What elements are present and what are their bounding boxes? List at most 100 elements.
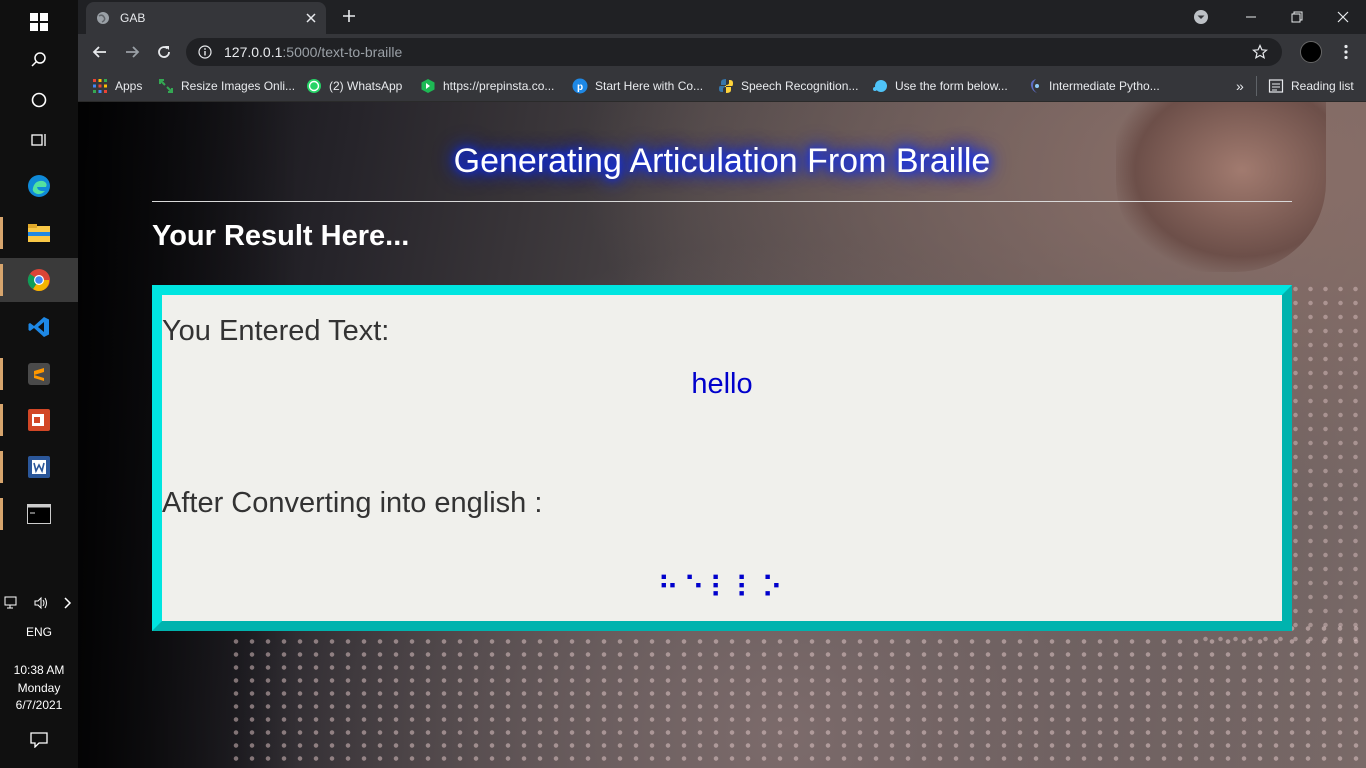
- powerpoint-icon: [28, 409, 50, 431]
- reading-list-label: Reading list: [1291, 79, 1354, 93]
- title-divider: [152, 201, 1292, 202]
- bookmark-label: Use the form below...: [895, 79, 1008, 93]
- prepinsta-icon: [421, 79, 435, 93]
- language-indicator[interactable]: ENG: [0, 625, 78, 639]
- entered-text-label: You Entered Text:: [162, 315, 390, 347]
- converted-label: After Converting into english :: [162, 487, 543, 519]
- network-icon[interactable]: [4, 596, 20, 610]
- chevron-down-circle-icon: [1194, 10, 1208, 24]
- taskbar-chrome[interactable]: [0, 258, 78, 302]
- p-badge-icon: p: [572, 78, 588, 94]
- info-icon[interactable]: [198, 45, 212, 59]
- taskbar-terminal[interactable]: [0, 492, 78, 536]
- bookmark-label: https://prepinsta.co...: [443, 79, 555, 93]
- tab-search-button[interactable]: [1184, 0, 1218, 34]
- page-viewport: Generating Articulation From Braille You…: [78, 102, 1366, 768]
- reload-button[interactable]: [152, 40, 176, 64]
- vscode-icon: [28, 317, 49, 337]
- converted-braille-value: ⠓⠑⠇⠇⠕: [657, 571, 787, 606]
- bookmark-label: Start Here with Co...: [595, 79, 704, 93]
- bookmark-resize-images[interactable]: Resize Images Onli...: [158, 77, 295, 95]
- restore-button[interactable]: [1274, 0, 1320, 34]
- forward-button[interactable]: [120, 40, 144, 64]
- clock-day: Monday: [17, 681, 61, 695]
- bookmark-label: (2) WhatsApp: [329, 79, 403, 93]
- new-tab-button[interactable]: [338, 6, 360, 28]
- word-icon: [28, 456, 50, 478]
- url-path: :5000/text-to-braille: [282, 44, 403, 60]
- search-button[interactable]: [0, 38, 78, 82]
- bookmarks-divider: [1256, 76, 1257, 96]
- reading-list-icon: [1268, 79, 1284, 93]
- close-window-button[interactable]: [1320, 0, 1366, 34]
- intermediate-python-icon: [1030, 79, 1039, 93]
- cortana-icon: [31, 92, 47, 108]
- tab-active[interactable]: GAB: [86, 2, 326, 34]
- close-icon: [1337, 11, 1349, 23]
- browser-toolbar: 127.0.0.1:5000/text-to-braille: [78, 34, 1366, 70]
- arrow-right-icon: [126, 46, 140, 58]
- sublime-text-icon: [28, 363, 50, 385]
- kebab-menu-icon: [1344, 44, 1348, 60]
- tab-strip: GAB: [78, 0, 1366, 34]
- bookmark-start-here[interactable]: p Start Here with Co...: [572, 77, 703, 95]
- more-bookmarks-button[interactable]: »: [1236, 77, 1244, 95]
- taskbar-edge[interactable]: [0, 164, 78, 208]
- clock-date: 6/7/2021: [15, 698, 63, 712]
- taskbar-word[interactable]: [0, 445, 78, 489]
- bookmark-star-icon[interactable]: [1252, 44, 1268, 60]
- search-icon: [31, 52, 46, 67]
- back-button[interactable]: [88, 40, 112, 64]
- windows-logo-icon: [30, 13, 48, 31]
- bookmark-label: Resize Images Onli...: [181, 79, 296, 93]
- bookmark-speech-recognition[interactable]: Speech Recognition...: [718, 77, 858, 95]
- page-title: Generating Articulation From Braille: [453, 142, 991, 180]
- tab-title: GAB: [120, 11, 146, 25]
- bookmark-apps[interactable]: Apps: [92, 77, 142, 95]
- running-indicator: [0, 498, 3, 530]
- url-host: 127.0.0.1: [224, 44, 283, 60]
- bookmark-prepinsta[interactable]: https://prepinsta.co...: [420, 77, 554, 95]
- cloud-icon: [873, 80, 887, 92]
- running-indicator: [0, 264, 3, 296]
- resize-icon: [159, 79, 173, 93]
- system-tray: [4, 594, 74, 612]
- clock-time[interactable]: 10:38 AM: [0, 663, 78, 677]
- taskbar-sublime[interactable]: [0, 352, 78, 396]
- menu-button[interactable]: [1334, 40, 1358, 64]
- bookmark-intermediate-python[interactable]: Intermediate Pytho...: [1026, 77, 1160, 95]
- running-indicator: [0, 451, 3, 483]
- close-tab-icon[interactable]: [306, 13, 316, 23]
- chevron-right-icon[interactable]: [62, 596, 74, 610]
- cortana-button[interactable]: [0, 78, 78, 122]
- plus-icon: [343, 10, 355, 22]
- task-view-button[interactable]: [0, 118, 78, 162]
- notification-icon: [30, 732, 48, 748]
- more-bookmarks-label: »: [1236, 78, 1244, 94]
- python-icon: [719, 79, 733, 93]
- windows-taskbar: ENG 10:38 AM Monday 6/7/2021: [0, 0, 78, 768]
- taskbar-powerpoint[interactable]: [0, 398, 78, 442]
- svg-text:p: p: [577, 82, 583, 93]
- bookmark-whatsapp[interactable]: (2) WhatsApp: [306, 77, 402, 95]
- terminal-icon: [27, 504, 51, 524]
- bookmark-use-the-form[interactable]: Use the form below...: [872, 77, 1008, 95]
- reading-list-button[interactable]: Reading list: [1268, 77, 1354, 95]
- notifications-button[interactable]: [0, 718, 78, 762]
- minimize-button[interactable]: [1228, 0, 1274, 34]
- globe-icon: [97, 12, 109, 24]
- address-bar[interactable]: 127.0.0.1:5000/text-to-braille: [186, 38, 1282, 66]
- bookmarks-bar: Apps Resize Images Onli... (2) WhatsApp …: [78, 70, 1366, 102]
- entered-text-value: hello: [691, 368, 753, 400]
- bookmark-label: Apps: [115, 79, 143, 93]
- volume-icon[interactable]: [33, 596, 49, 610]
- whatsapp-icon: [307, 79, 321, 93]
- taskbar-vscode[interactable]: [0, 305, 78, 349]
- taskbar-file-explorer[interactable]: [0, 211, 78, 255]
- background-hand: [1116, 102, 1326, 272]
- running-indicator: [0, 217, 3, 249]
- arrow-left-icon: [92, 46, 106, 58]
- result-heading: Your Result Here...: [152, 220, 410, 252]
- running-indicator: [0, 404, 3, 436]
- profile-avatar[interactable]: [1300, 41, 1322, 63]
